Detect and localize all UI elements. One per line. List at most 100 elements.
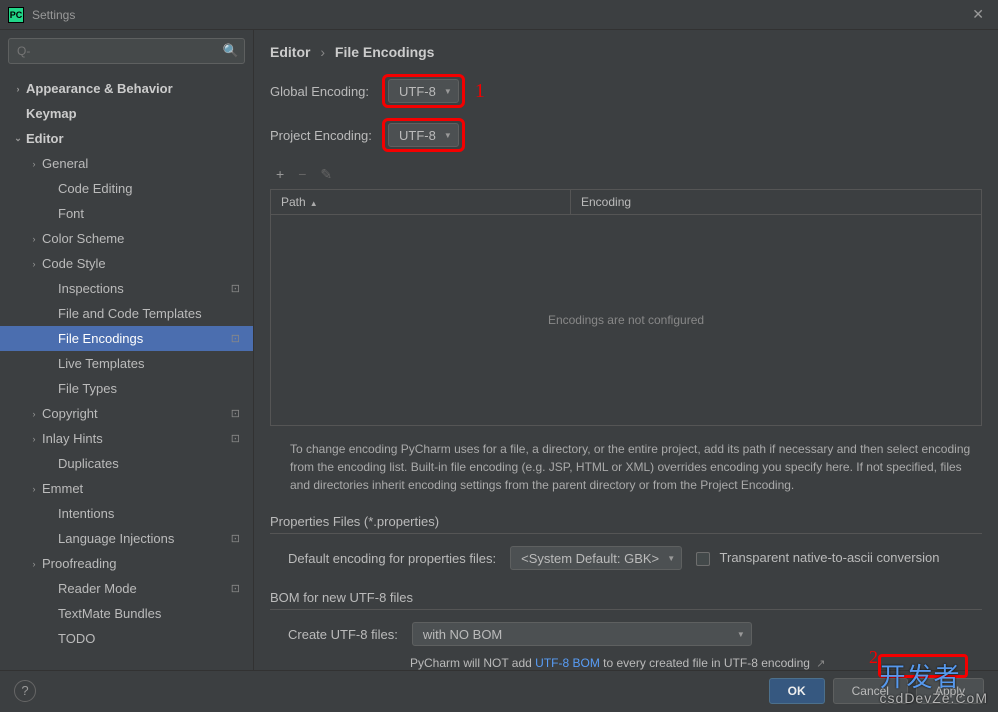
sidebar-item-language-injections[interactable]: Language Injections⊡ xyxy=(0,526,253,551)
sidebar-item-label: Code Style xyxy=(42,256,253,271)
sidebar-item-label: Copyright xyxy=(42,406,228,421)
sidebar-item-label: Keymap xyxy=(26,106,253,121)
global-encoding-row: Global Encoding: UTF-8 ▼ 1 xyxy=(270,74,982,108)
sidebar-item-keymap[interactable]: Keymap xyxy=(0,101,253,126)
remove-icon: − xyxy=(298,166,306,183)
main-area: 🔍 ›Appearance & BehaviorKeymap⌄Editor›Ge… xyxy=(0,30,998,670)
sidebar-item-label: Inspections xyxy=(58,281,228,296)
sidebar-item-code-style[interactable]: ›Code Style xyxy=(0,251,253,276)
sidebar-item-todo[interactable]: TODO xyxy=(0,626,253,651)
search-input[interactable] xyxy=(8,38,245,64)
utf8-bom-link[interactable]: UTF-8 BOM xyxy=(535,656,600,670)
sidebar-item-textmate-bundles[interactable]: TextMate Bundles xyxy=(0,601,253,626)
transparent-checkbox[interactable] xyxy=(696,552,710,566)
sidebar-item-proofreading[interactable]: ›Proofreading xyxy=(0,551,253,576)
sidebar-item-color-scheme[interactable]: ›Color Scheme xyxy=(0,226,253,251)
project-scope-icon: ⊡ xyxy=(228,407,243,420)
sidebar-item-live-templates[interactable]: Live Templates xyxy=(0,351,253,376)
sidebar-item-label: File Encodings xyxy=(58,331,228,346)
highlight-box-1: UTF-8 ▼ xyxy=(382,74,465,108)
sidebar-item-emmet[interactable]: ›Emmet xyxy=(0,476,253,501)
content-panel: Editor › File Encodings Global Encoding:… xyxy=(254,30,998,670)
search-icon[interactable]: 🔍 xyxy=(223,43,239,59)
breadcrumb-root[interactable]: Editor xyxy=(270,44,310,60)
sidebar-item-file-and-code-templates[interactable]: File and Code Templates xyxy=(0,301,253,326)
table-toolbar: + − ✎ xyxy=(270,162,982,187)
project-scope-icon: ⊡ xyxy=(228,532,243,545)
dialog-footer: ? OK Cancel Apply xyxy=(0,670,998,710)
ok-button[interactable]: OK xyxy=(769,678,825,704)
sidebar-item-general[interactable]: ›General xyxy=(0,151,253,176)
add-icon[interactable]: + xyxy=(276,166,284,183)
sidebar-item-label: Inlay Hints xyxy=(42,431,228,446)
sidebar-item-label: Color Scheme xyxy=(42,231,253,246)
sidebar-item-label: General xyxy=(42,156,253,171)
chevron-icon: › xyxy=(26,159,42,169)
bom-row: Create UTF-8 files: with NO BOM ▼ xyxy=(288,622,982,646)
chevron-down-icon: ▼ xyxy=(737,630,745,639)
chevron-icon: › xyxy=(10,84,26,94)
sidebar-item-font[interactable]: Font xyxy=(0,201,253,226)
sidebar-item-label: Proofreading xyxy=(42,556,253,571)
external-link-icon: ↗ xyxy=(816,658,825,670)
sidebar-item-label: Reader Mode xyxy=(58,581,228,596)
create-utf8-label: Create UTF-8 files: xyxy=(288,627,398,642)
chevron-icon: › xyxy=(26,409,42,419)
sidebar-item-reader-mode[interactable]: Reader Mode⊡ xyxy=(0,576,253,601)
properties-section: Properties Files (*.properties) xyxy=(270,514,982,534)
col-encoding[interactable]: Encoding xyxy=(571,190,641,214)
sidebar-item-code-editing[interactable]: Code Editing xyxy=(0,176,253,201)
search-box: 🔍 xyxy=(8,38,245,64)
app-icon: PC xyxy=(8,7,24,23)
sidebar-item-label: Editor xyxy=(26,131,253,146)
table-header: Path▲ Encoding xyxy=(271,190,981,215)
close-icon[interactable]: ✕ xyxy=(966,6,990,23)
chevron-icon: › xyxy=(26,484,42,494)
sort-asc-icon: ▲ xyxy=(310,199,318,208)
project-scope-icon: ⊡ xyxy=(228,332,243,345)
highlight-box-2: UTF-8 ▼ xyxy=(382,118,465,152)
breadcrumb-sep: › xyxy=(320,44,325,60)
transparent-checkbox-label: Transparent native-to-ascii conversion xyxy=(720,550,940,565)
annotation-2: 2 xyxy=(869,647,878,668)
sidebar-item-inlay-hints[interactable]: ›Inlay Hints⊡ xyxy=(0,426,253,451)
sidebar-item-file-types[interactable]: File Types xyxy=(0,376,253,401)
breadcrumb-leaf: File Encodings xyxy=(335,44,435,60)
apply-button[interactable]: Apply xyxy=(916,678,984,704)
transparent-checkbox-wrapper[interactable]: Transparent native-to-ascii conversion xyxy=(696,550,939,566)
col-path[interactable]: Path▲ xyxy=(271,190,571,214)
project-scope-icon: ⊡ xyxy=(228,432,243,445)
annotation-1: 1 xyxy=(475,80,485,103)
project-encoding-label: Project Encoding: xyxy=(270,128,382,143)
sidebar-item-label: Font xyxy=(58,206,253,221)
sidebar-item-label: Language Injections xyxy=(58,531,228,546)
edit-icon: ✎ xyxy=(320,166,332,183)
sidebar-item-copyright[interactable]: ›Copyright⊡ xyxy=(0,401,253,426)
chevron-down-icon: ▼ xyxy=(444,131,452,140)
create-utf8-dropdown[interactable]: with NO BOM ▼ xyxy=(412,622,752,646)
sidebar-item-label: File Types xyxy=(58,381,253,396)
chevron-icon: › xyxy=(26,434,42,444)
sidebar-item-duplicates[interactable]: Duplicates xyxy=(0,451,253,476)
help-text: To change encoding PyCharm uses for a fi… xyxy=(290,440,978,494)
global-encoding-dropdown[interactable]: UTF-8 ▼ xyxy=(388,79,459,103)
sidebar-item-editor[interactable]: ⌄Editor xyxy=(0,126,253,151)
bom-section: BOM for new UTF-8 files xyxy=(270,590,982,610)
encoding-table: Path▲ Encoding Encodings are not configu… xyxy=(270,189,982,426)
project-encoding-dropdown[interactable]: UTF-8 ▼ xyxy=(388,123,459,147)
settings-tree[interactable]: ›Appearance & BehaviorKeymap⌄Editor›Gene… xyxy=(0,72,253,670)
chevron-icon: ⌄ xyxy=(10,133,26,144)
chevron-down-icon: ▼ xyxy=(444,87,452,96)
table-body: Encodings are not configured xyxy=(271,215,981,425)
properties-encoding-dropdown[interactable]: <System Default: GBK> ▼ xyxy=(510,546,682,570)
sidebar-item-label: File and Code Templates xyxy=(58,306,253,321)
project-encoding-row: Project Encoding: UTF-8 ▼ xyxy=(270,118,982,152)
sidebar-item-inspections[interactable]: Inspections⊡ xyxy=(0,276,253,301)
sidebar-item-label: Live Templates xyxy=(58,356,253,371)
help-button[interactable]: ? xyxy=(14,680,36,702)
sidebar-item-intentions[interactable]: Intentions xyxy=(0,501,253,526)
sidebar-item-file-encodings[interactable]: File Encodings⊡ xyxy=(0,326,253,351)
sidebar-item-appearance-behavior[interactable]: ›Appearance & Behavior xyxy=(0,76,253,101)
cancel-button[interactable]: Cancel xyxy=(833,678,908,704)
properties-row: Default encoding for properties files: <… xyxy=(288,546,982,570)
